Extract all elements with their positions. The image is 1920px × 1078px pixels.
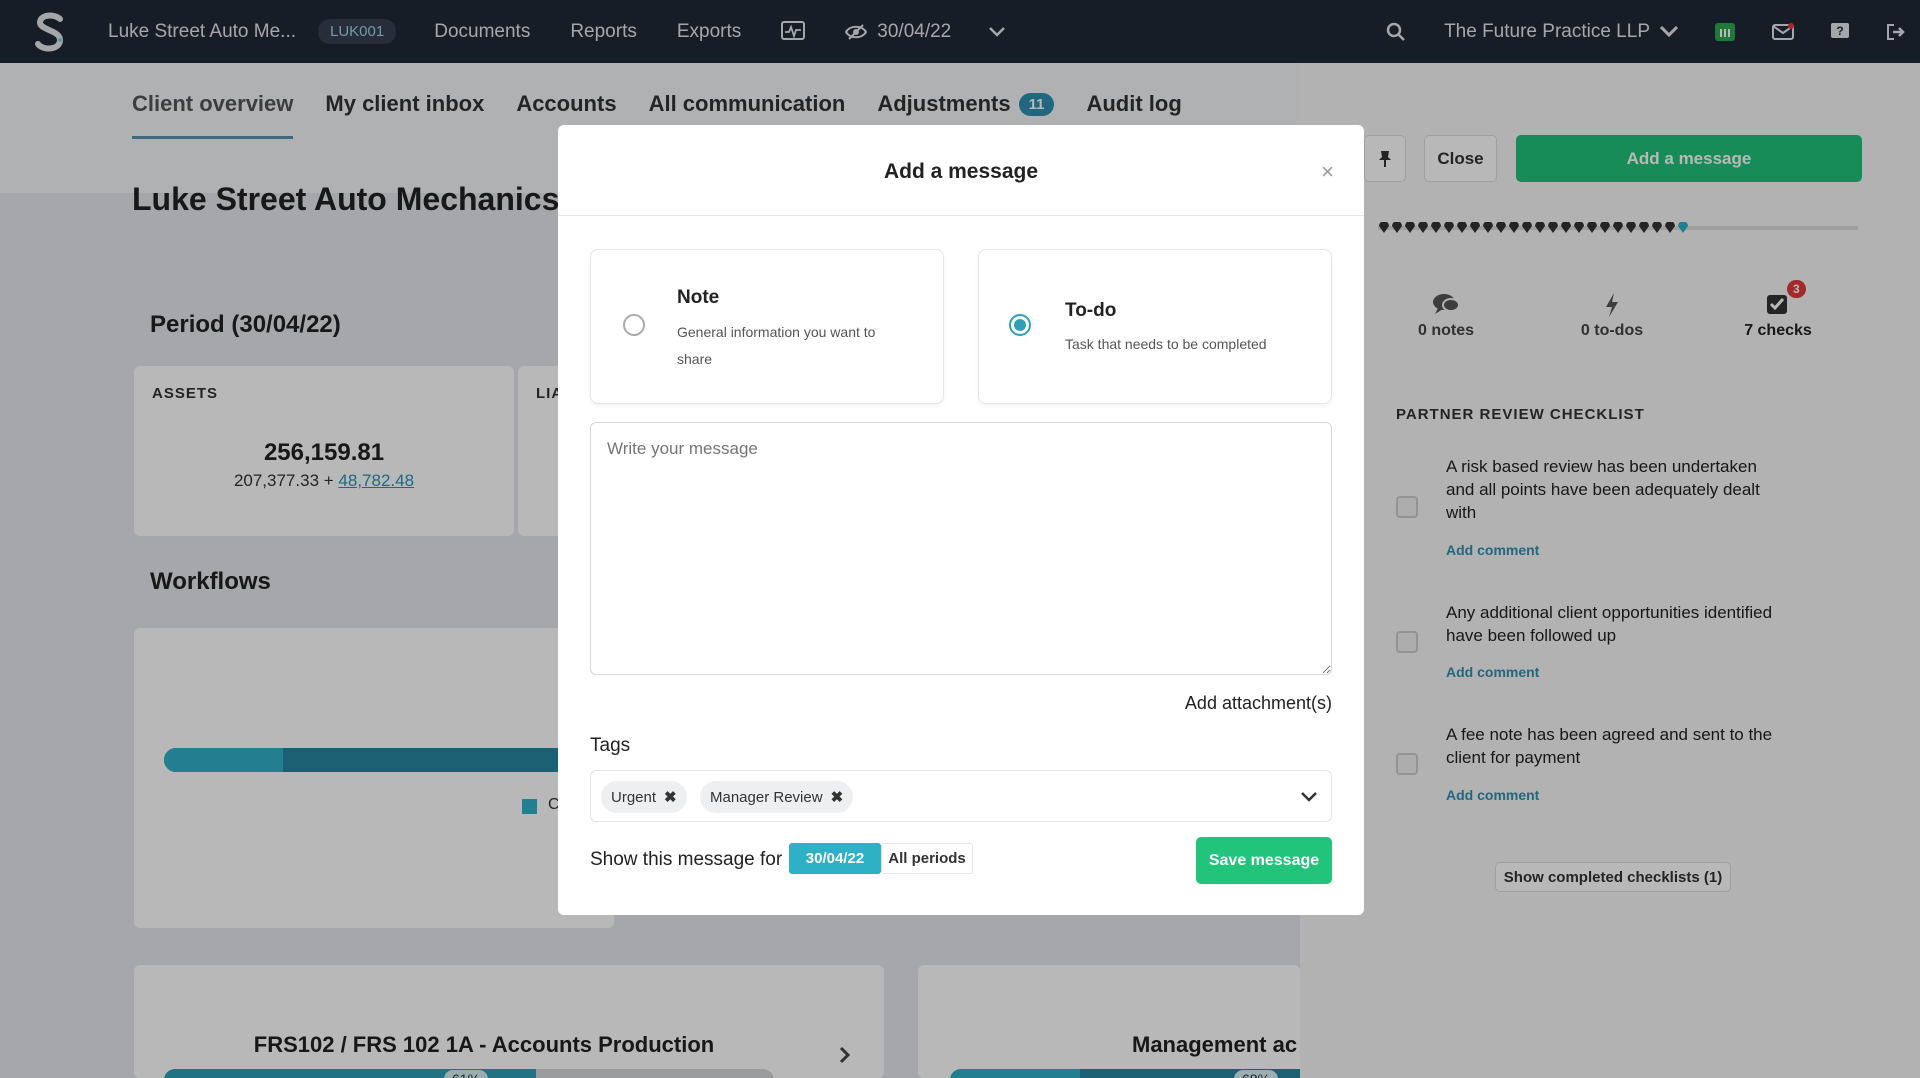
divider xyxy=(558,215,1364,216)
note-option[interactable]: Note General information you want to sha… xyxy=(590,249,944,404)
show-for-label: Show this message for xyxy=(590,849,783,870)
note-title: Note xyxy=(677,287,720,308)
add-attachment-link[interactable]: Add attachment(s) xyxy=(1185,693,1332,714)
todo-radio[interactable] xyxy=(1009,314,1031,336)
close-icon[interactable]: × xyxy=(1321,159,1334,185)
modal-title: Add a message xyxy=(883,160,1039,183)
period-option[interactable]: 30/04/22 xyxy=(789,843,881,874)
all-periods-option[interactable]: All periods xyxy=(881,843,973,874)
note-radio[interactable] xyxy=(623,314,645,336)
add-message-modal: Add a message × Note General information… xyxy=(558,125,1364,915)
message-input[interactable] xyxy=(590,422,1332,675)
tags-label: Tags xyxy=(590,735,631,756)
save-message-button[interactable]: Save message xyxy=(1196,837,1332,884)
tag-label: Manager Review xyxy=(710,788,823,806)
todo-option[interactable]: To-do Task that needs to be completed xyxy=(978,249,1332,404)
tag-chip: Urgent ✖ xyxy=(601,781,687,813)
todo-description: Task that needs to be completed xyxy=(1065,336,1267,352)
remove-tag-icon[interactable]: ✖ xyxy=(664,788,677,806)
tag-label: Urgent xyxy=(611,788,657,806)
note-description: General information you want to share xyxy=(677,324,876,367)
todo-title: To-do xyxy=(1065,300,1117,321)
remove-tag-icon[interactable]: ✖ xyxy=(831,788,844,806)
tag-chip: Manager Review ✖ xyxy=(700,781,854,813)
tags-input[interactable]: Urgent ✖ Manager Review ✖ xyxy=(590,770,1332,822)
chevron-down-icon[interactable] xyxy=(1301,789,1317,807)
